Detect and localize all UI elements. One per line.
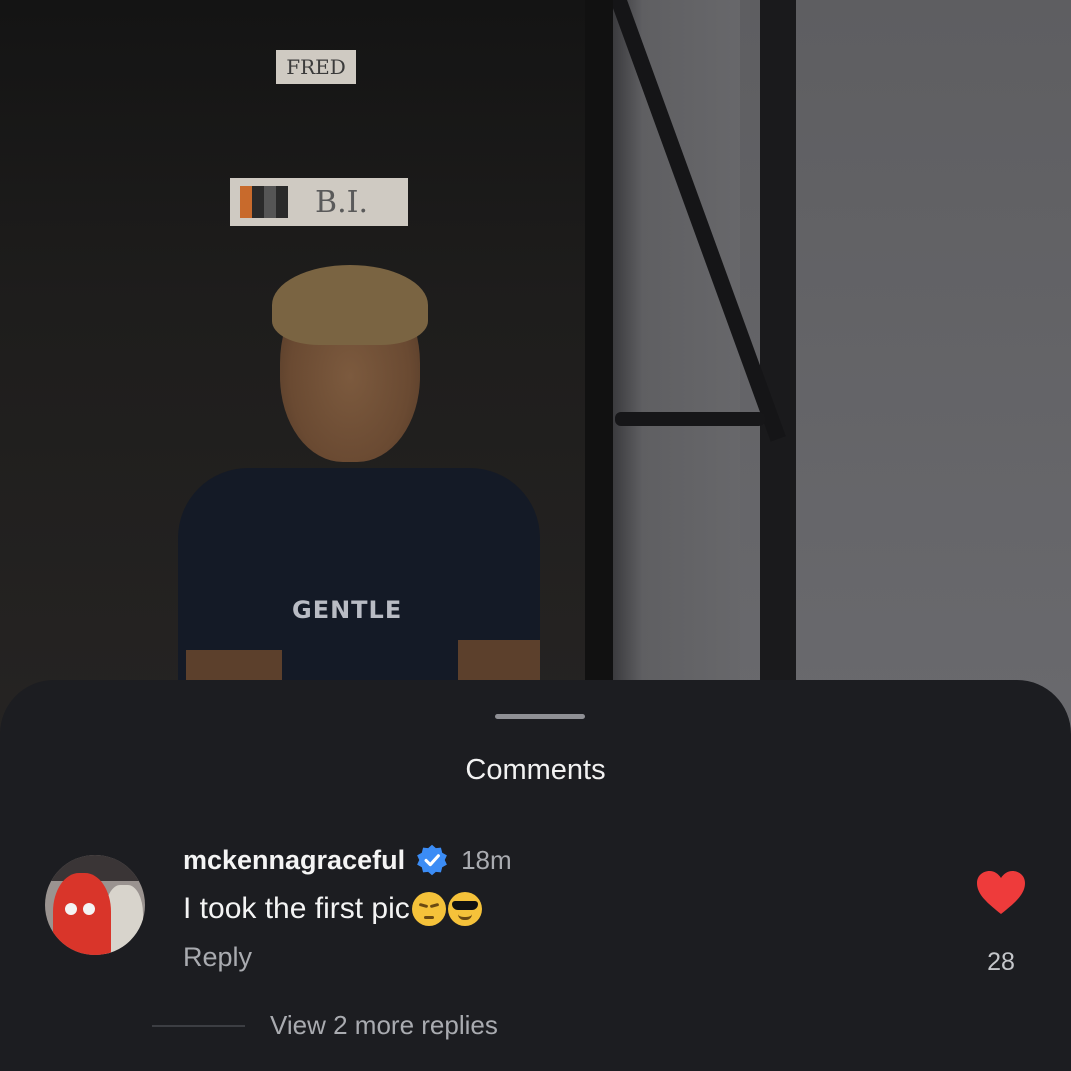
avatar-elmo bbox=[53, 873, 111, 955]
photo-shirt-print: GENTLE bbox=[292, 596, 403, 624]
avatar[interactable] bbox=[45, 855, 145, 955]
emoji-mouth bbox=[423, 916, 434, 919]
screen: FRED B.I. GENTLE Comments mckennagracefu… bbox=[0, 0, 1071, 1071]
logo-bars-icon bbox=[240, 186, 300, 218]
post-photo: FRED B.I. GENTLE bbox=[0, 0, 1071, 760]
sheet-drag-handle[interactable] bbox=[495, 714, 585, 719]
view-more-replies-button[interactable]: View 2 more replies bbox=[270, 1010, 498, 1041]
photo-sticker-fred: FRED bbox=[276, 50, 356, 84]
verified-badge-icon bbox=[417, 844, 447, 876]
photo-rail-horizontal bbox=[615, 412, 765, 426]
sunglasses-face-emoji-icon bbox=[447, 892, 482, 926]
pensive-face-emoji-icon bbox=[411, 892, 446, 926]
comments-sheet: Comments bbox=[0, 680, 1071, 1071]
photo-sticker-logo: B.I. bbox=[230, 178, 408, 226]
sheet-title: Comments bbox=[465, 754, 606, 786]
comment-body: I took the first pic bbox=[183, 892, 482, 926]
emoji-glasses bbox=[451, 901, 478, 910]
comment-text: I took the first pic bbox=[183, 892, 410, 925]
elmo-eye-icon bbox=[83, 903, 95, 915]
replies-divider bbox=[152, 1025, 245, 1027]
elmo-eye-icon bbox=[65, 903, 77, 915]
heart-icon[interactable] bbox=[976, 870, 1026, 916]
comment-username[interactable]: mckennagraceful bbox=[183, 845, 405, 876]
like-count: 28 bbox=[987, 948, 1015, 976]
photo-person-hair bbox=[272, 265, 428, 345]
comment-header: mckennagraceful 18m bbox=[183, 840, 512, 880]
photo-sticker-logo-text: B.I. bbox=[315, 184, 368, 220]
comment-timestamp: 18m bbox=[461, 844, 512, 875]
emoji-mouth bbox=[457, 914, 472, 920]
reply-button[interactable]: Reply bbox=[183, 942, 252, 973]
photo-door-frame bbox=[585, 0, 613, 760]
